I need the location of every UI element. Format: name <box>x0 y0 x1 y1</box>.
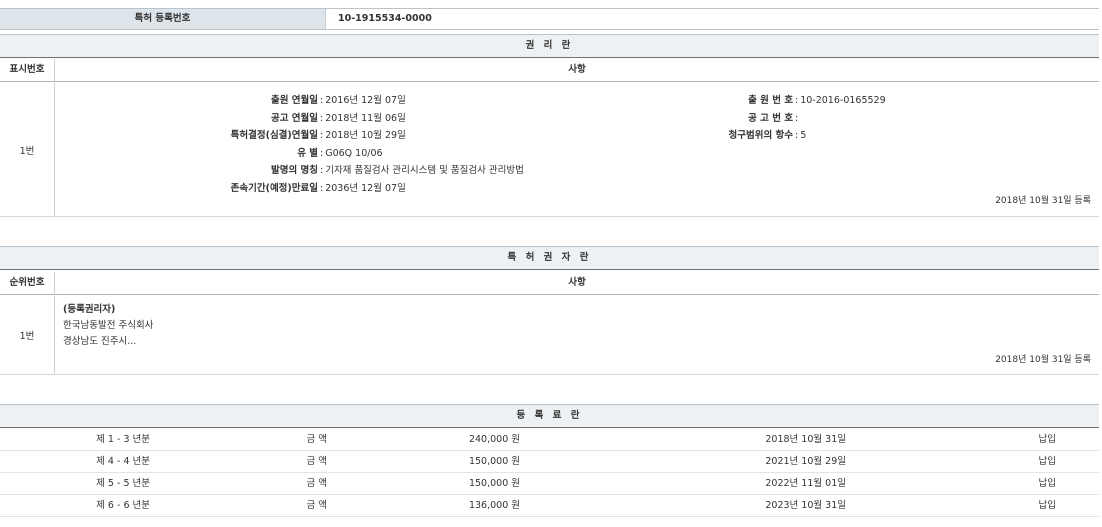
detail-row: 유 별:G06Q 10/06 <box>55 145 318 163</box>
holder-info: (등록권리자) 한국남동발전 주식회사 경상남도 진주시... <box>63 302 153 350</box>
fee-label: 금 액 <box>150 451 327 472</box>
registration-number-row: 특허 등록번호 10-1915534-0000 <box>0 8 1099 30</box>
detail-separator: : <box>318 162 325 180</box>
registration-number-label: 특허 등록번호 <box>0 9 326 29</box>
rights-col-item: 사항 <box>55 59 1099 81</box>
detail-separator: : <box>318 180 325 198</box>
fee-row: 제 6 - 6 년분금 액136,000 원2023년 10월 31일납입 <box>0 495 1099 517</box>
detail-row: 발명의 명칭:기자재 품질검사 관리시스템 및 품질검사 관리방법 <box>55 162 318 180</box>
rights-column-header: 표시번호 사항 <box>0 59 1099 82</box>
rights-row: 1번 출원 연월일:2016년 12월 07일공고 연월일:2018년 11월 … <box>0 83 1099 217</box>
fee-period: 제 1 - 3 년분 <box>0 429 150 450</box>
fee-date: 2022년 11월 01일 <box>520 473 846 494</box>
fee-period: 제 5 - 5 년분 <box>0 473 150 494</box>
fee-row: 제 4 - 4 년분금 액150,000 원2021년 10월 29일납입 <box>0 451 1099 473</box>
fee-row: 제 5 - 5 년분금 액150,000 원2022년 11월 01일납입 <box>0 473 1099 495</box>
holders-column-header: 순위번호 사항 <box>0 272 1099 295</box>
detail-separator: : <box>793 110 800 128</box>
detail-value: G06Q 10/06 <box>325 145 382 163</box>
fee-status: 납입 <box>846 429 1056 450</box>
fee-date: 2018년 10월 31일 <box>520 429 846 450</box>
detail-key: 존속기간(예정)만료일 <box>55 180 318 198</box>
detail-value: 10-2016-0165529 <box>800 92 885 110</box>
detail-row: 청구범위의 항수:5 <box>55 127 793 145</box>
holders-details: (등록권리자) 한국남동발전 주식회사 경상남도 진주시... 2018년 10… <box>55 296 1099 374</box>
detail-separator: : <box>793 127 800 145</box>
fee-status: 납입 <box>846 473 1056 494</box>
fee-status: 납입 <box>846 495 1056 516</box>
fees-table: 제 1 - 3 년분금 액240,000 원2018년 10월 31일납입제 4… <box>0 429 1099 517</box>
detail-row: 공 고 번 호: <box>55 110 793 128</box>
fee-period: 제 6 - 6 년분 <box>0 495 150 516</box>
fee-amount: 150,000 원 <box>327 473 520 494</box>
detail-row: 출 원 번 호:10-2016-0165529 <box>55 92 793 110</box>
detail-value: 기자재 품질검사 관리시스템 및 품질검사 관리방법 <box>325 162 524 180</box>
detail-key: 발명의 명칭 <box>55 162 318 180</box>
detail-separator: : <box>318 145 325 163</box>
holder-title: (등록권리자) <box>63 302 153 318</box>
fee-label: 금 액 <box>150 473 327 494</box>
holders-col-no: 순위번호 <box>0 272 55 294</box>
holder-address: 경상남도 진주시... <box>63 334 153 350</box>
holders-row-no: 1번 <box>0 296 55 374</box>
fee-row: 제 1 - 3 년분금 액240,000 원2018년 10월 31일납입 <box>0 429 1099 451</box>
fee-status: 납입 <box>846 451 1056 472</box>
detail-key: 청구범위의 항수 <box>55 127 793 145</box>
fee-amount: 150,000 원 <box>327 451 520 472</box>
holders-col-item: 사항 <box>55 272 1099 294</box>
fee-label: 금 액 <box>150 495 327 516</box>
fee-amount: 136,000 원 <box>327 495 520 516</box>
detail-value: 5 <box>800 127 806 145</box>
fee-period: 제 4 - 4 년분 <box>0 451 150 472</box>
fee-date: 2023년 10월 31일 <box>520 495 846 516</box>
detail-value: 2036년 12월 07일 <box>325 180 406 198</box>
rights-row-no: 1번 <box>0 83 55 216</box>
rights-right-list: 출 원 번 호:10-2016-0165529공 고 번 호:청구범위의 항수:… <box>55 92 793 145</box>
registration-number-value: 10-1915534-0000 <box>326 9 1099 29</box>
detail-key: 공 고 번 호 <box>55 110 793 128</box>
fee-date: 2021년 10월 29일 <box>520 451 846 472</box>
rights-section-heading: 권 리 란 <box>0 34 1099 58</box>
holders-row: 1번 (등록권리자) 한국남동발전 주식회사 경상남도 진주시... 2018년… <box>0 296 1099 375</box>
holders-registration-date: 2018년 10월 31일 등록 <box>995 352 1091 365</box>
detail-key: 출 원 번 호 <box>55 92 793 110</box>
holder-name: 한국남동발전 주식회사 <box>63 318 153 334</box>
rights-registration-date: 2018년 10월 31일 등록 <box>995 193 1091 206</box>
detail-key: 유 별 <box>55 145 318 163</box>
fee-label: 금 액 <box>150 429 327 450</box>
rights-col-no: 표시번호 <box>0 59 55 81</box>
detail-row: 존속기간(예정)만료일:2036년 12월 07일 <box>55 180 318 198</box>
rights-details: 출원 연월일:2016년 12월 07일공고 연월일:2018년 11월 06일… <box>55 83 1099 216</box>
fees-section-heading: 등 록 료 란 <box>0 404 1099 428</box>
detail-separator: : <box>793 92 800 110</box>
fee-amount: 240,000 원 <box>327 429 520 450</box>
holders-section-heading: 특 허 권 자 란 <box>0 246 1099 270</box>
